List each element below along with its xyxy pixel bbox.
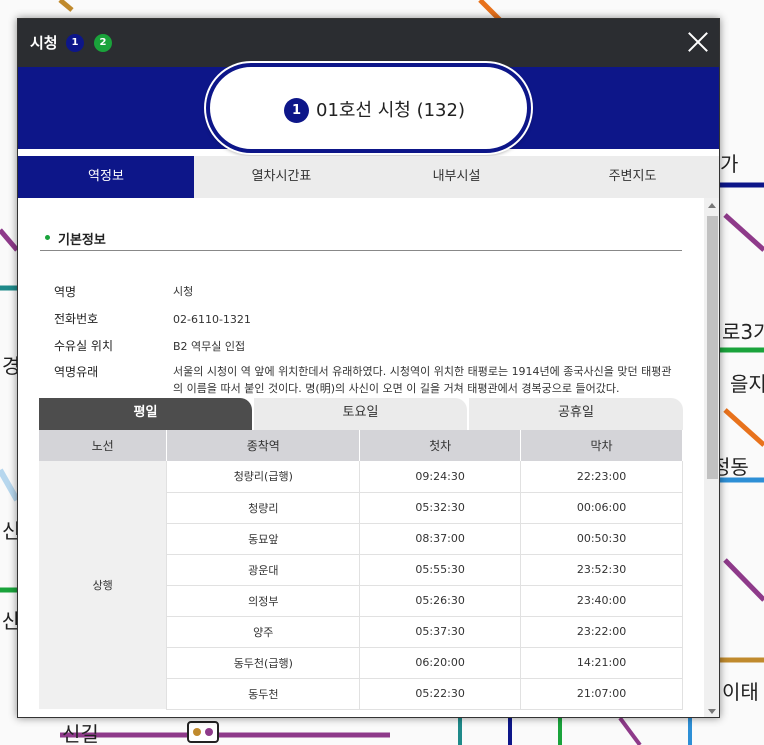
day-type-tabs: 평일 토요일 공휴일	[39, 398, 683, 430]
station-name-pill: 1 01호선 시청 (132)	[206, 63, 531, 153]
first-train-cell: 05:32:30	[359, 492, 522, 524]
scroll-up-icon[interactable]	[708, 203, 716, 208]
destination-cell: 청량리	[166, 492, 361, 524]
tab-weekday[interactable]: 평일	[39, 398, 252, 430]
section-divider	[40, 250, 682, 251]
destination-cell: 의정부	[166, 585, 361, 617]
tab-holiday[interactable]: 공휴일	[469, 398, 683, 430]
info-value-nursing-room: B2 역무실 인접	[173, 340, 246, 353]
tab-facilities[interactable]: 내부시설	[369, 156, 544, 198]
destination-cell: 동묘앞	[166, 523, 361, 555]
scroll-thumb[interactable]	[707, 216, 718, 479]
map-label[interactable]: 가	[720, 148, 738, 177]
destination-cell: 청량리(급행)	[166, 461, 361, 493]
dialog-title: 시청	[30, 34, 58, 52]
content-scrollbar[interactable]	[704, 198, 719, 717]
dialog-titlebar: 시청 1 2	[18, 19, 719, 67]
first-train-cell: 05:26:30	[359, 585, 522, 617]
first-train-cell: 05:37:30	[359, 616, 522, 648]
station-line-badge: 1	[284, 98, 309, 123]
info-value-name: 시청	[173, 285, 194, 298]
map-label[interactable]: 로3가	[722, 316, 764, 345]
header-last-train: 막차	[520, 430, 683, 461]
close-button[interactable]	[685, 29, 711, 55]
tab-train-timetable[interactable]: 열차시간표	[194, 156, 369, 198]
info-label-phone: 전화번호	[54, 312, 99, 326]
last-train-cell: 00:06:00	[520, 492, 683, 524]
first-train-cell: 06:20:00	[359, 647, 522, 679]
bullet-icon	[45, 235, 50, 240]
info-tabs: 역정보 열차시간표 내부시설 주변지도	[18, 156, 719, 198]
first-train-cell: 08:37:00	[359, 523, 522, 555]
scroll-down-icon[interactable]	[708, 709, 716, 714]
station-info-dialog: 시청 1 2 1 01호선 시청 (132) 역정보 열차시간표 내부시설 주변…	[17, 18, 720, 718]
destination-cell: 동두천(급행)	[166, 647, 361, 679]
header-first-train: 첫차	[359, 430, 522, 461]
station-info-content: 기본정보 역명 시청 전화번호 02-6110-1321 수유실 위치 B2 역…	[18, 198, 704, 717]
last-train-cell: 23:22:00	[520, 616, 683, 648]
info-value-name-origin: 서울의 시청이 역 앞에 위치한데서 유래하였다. 시청역이 위치한 태평로는 …	[173, 365, 672, 395]
line-1-badge[interactable]: 1	[66, 34, 84, 52]
first-train-cell: 09:24:30	[359, 461, 522, 493]
header-destination: 종착역	[166, 430, 361, 461]
direction-cell: 상행	[39, 461, 168, 709]
timetable-header-row: 노선 종착역 첫차 막차	[39, 430, 683, 461]
table-row: 상행 청량리(급행) 09:24:30 22:23:00	[39, 461, 683, 709]
last-train-cell: 23:40:00	[520, 585, 683, 617]
info-label-nursing-room: 수유실 위치	[54, 339, 114, 353]
map-label[interactable]: 을지	[730, 368, 764, 397]
last-train-cell: 23:52:30	[520, 554, 683, 586]
map-label[interactable]: 이태	[722, 676, 759, 705]
first-train-cell: 05:55:30	[359, 554, 522, 586]
map-label[interactable]: 신길	[62, 718, 99, 745]
station-name: 01호선 시청 (132)	[316, 100, 465, 121]
destination-cell: 동두천	[166, 678, 361, 710]
info-value-phone: 02-6110-1321	[173, 313, 251, 326]
timetable: 노선 종착역 첫차 막차 상행 청량리(급행) 09:24:30 22:23:0…	[39, 430, 683, 710]
last-train-cell: 00:50:30	[520, 523, 683, 555]
line-2-badge[interactable]: 2	[94, 34, 112, 52]
destination-cell: 광운대	[166, 554, 361, 586]
info-label-name: 역명	[54, 285, 77, 299]
header-line: 노선	[39, 430, 168, 461]
tab-saturday[interactable]: 토요일	[254, 398, 467, 430]
last-train-cell: 21:07:00	[520, 678, 683, 710]
tab-nearby-map[interactable]: 주변지도	[544, 156, 719, 198]
destination-cell: 양주	[166, 616, 361, 648]
section-title: 기본정보	[58, 233, 106, 248]
last-train-cell: 14:21:00	[520, 647, 683, 679]
first-train-cell: 05:22:30	[359, 678, 522, 710]
last-train-cell: 22:23:00	[520, 461, 683, 493]
info-label-name-origin: 역명유래	[54, 365, 99, 379]
tab-station-info[interactable]: 역정보	[18, 156, 194, 198]
